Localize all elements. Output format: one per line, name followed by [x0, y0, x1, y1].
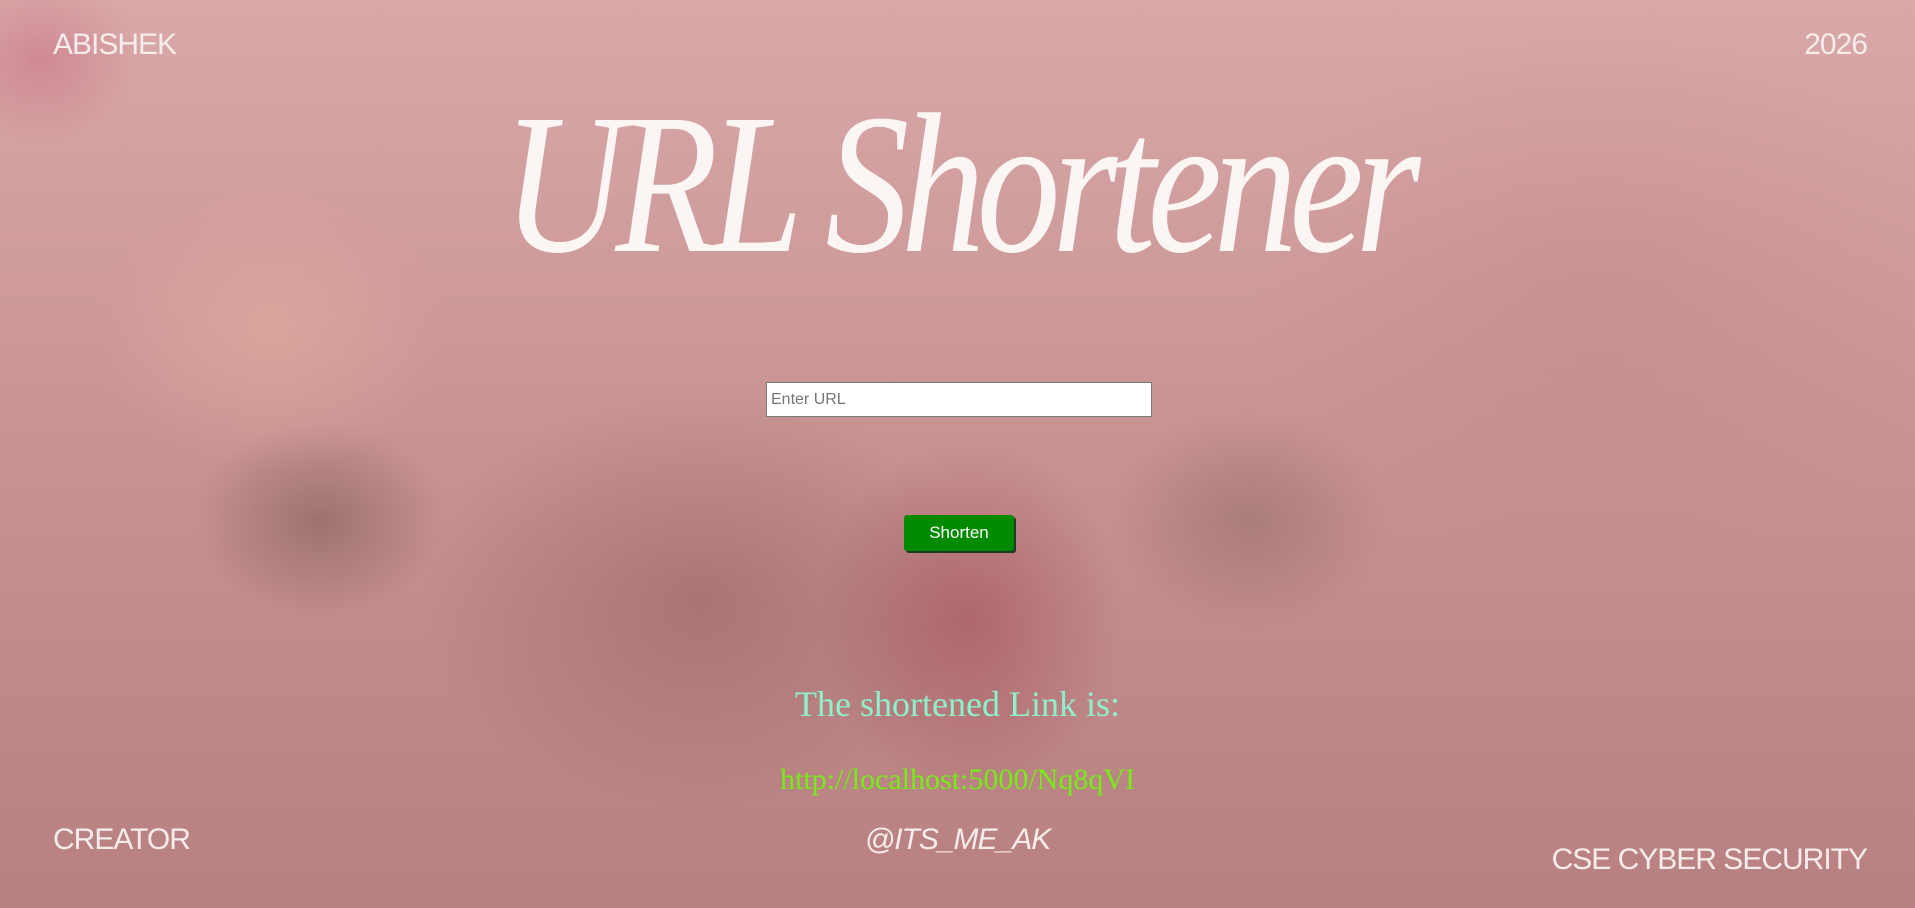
shortened-link-container: http://localhost:5000/Nq8qVI: [0, 763, 1915, 797]
shortened-link[interactable]: http://localhost:5000/Nq8qVI: [780, 763, 1135, 796]
shorten-button[interactable]: Shorten: [904, 515, 1014, 551]
creator-name: ABISHEK: [53, 28, 177, 61]
page-title: URL Shortener: [502, 74, 1421, 295]
department-label: CSE CYBER SECURITY: [1551, 843, 1868, 876]
year-label: 2026: [1804, 28, 1868, 61]
result-heading: The shortened Link is:: [795, 684, 1120, 724]
url-input[interactable]: [766, 382, 1152, 417]
